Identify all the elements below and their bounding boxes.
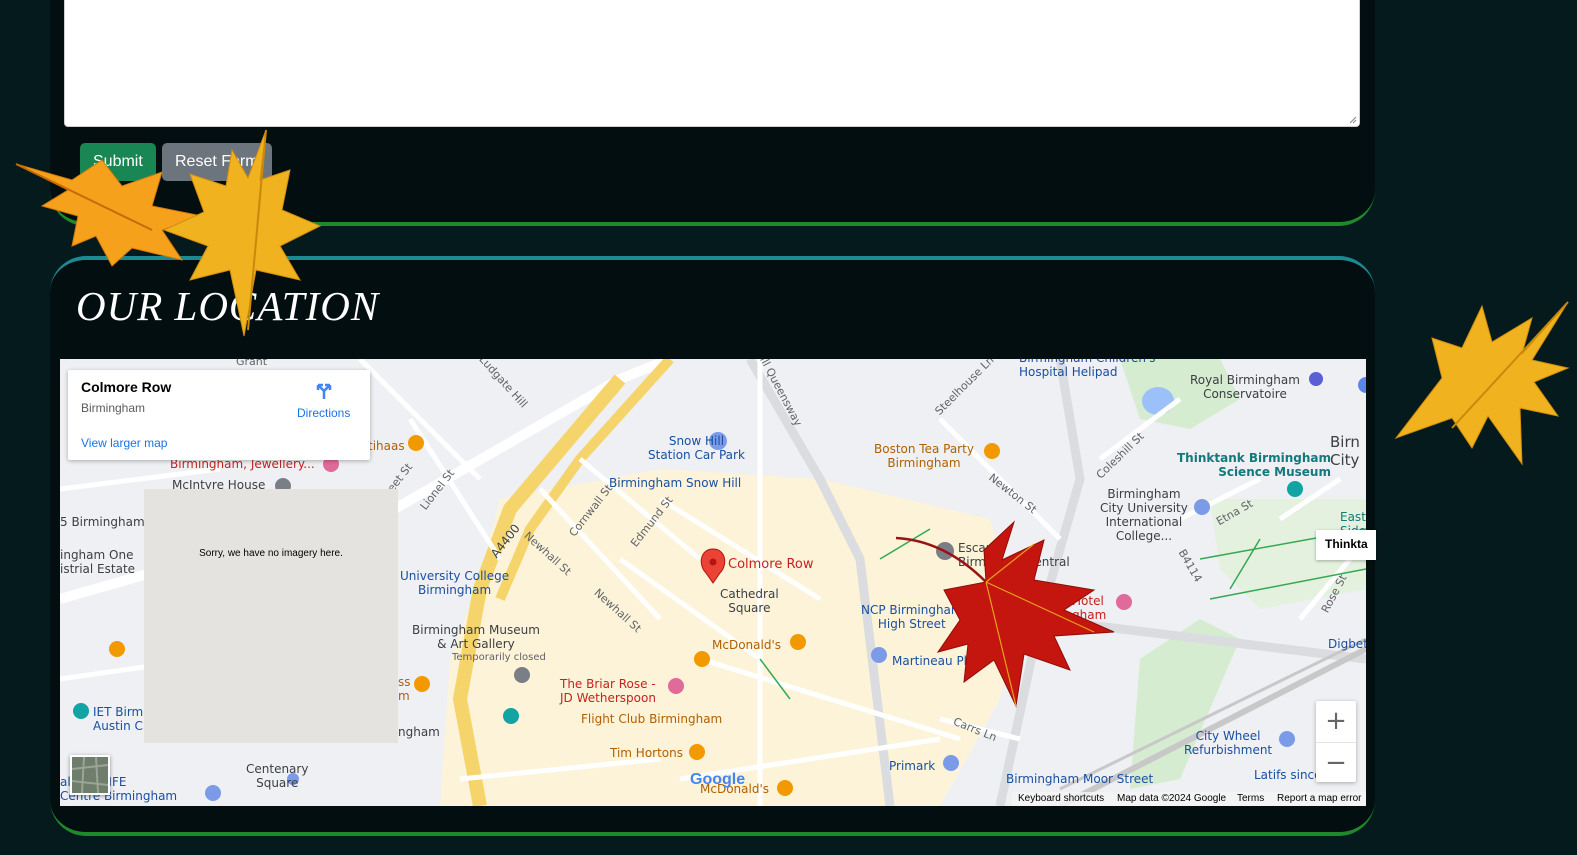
zoom-out-button[interactable]: − — [1316, 742, 1356, 783]
no-imagery-panel: Sorry, we have no imagery here. — [144, 489, 398, 743]
satellite-toggle-button[interactable] — [70, 755, 110, 795]
google-logo: Google — [690, 771, 745, 789]
label-one-industrial: ingham One istrial Estate — [60, 548, 136, 576]
label-birmingham-5: 5 Birmingham — [60, 515, 145, 529]
terms-link[interactable]: Terms — [1237, 793, 1264, 804]
directions-link[interactable]: Directions — [297, 406, 350, 420]
resize-grip-icon[interactable] — [1349, 116, 1357, 124]
label-briar-rose: The Briar Rose - JD Wetherspoon — [560, 677, 656, 705]
label-birm-city: Birn City — [1330, 433, 1360, 469]
google-logo-text: Google — [690, 771, 746, 788]
map-footer: Keyboard shortcuts Map data ©2024 Google… — [1012, 792, 1366, 806]
label-boston-tea-party: Boston Tea Party Birmingham — [874, 442, 974, 470]
label-thinktank: Thinktank Birmingham Science Museum — [1177, 451, 1331, 479]
yellow-leaf-right-icon — [1394, 301, 1570, 466]
directions-icon[interactable] — [314, 381, 334, 401]
label-childrens-hospital: Birmingham Children's Hospital Helipad — [1019, 359, 1155, 379]
label-moor-street: Birmingham Moor Street — [1006, 772, 1154, 786]
red-maple-leaf-icon — [895, 520, 1115, 708]
place-name: Colmore Row — [81, 379, 172, 395]
label-iet: IET Birm Austin C — [93, 705, 144, 733]
label-digbeth: Digbeth E — [1328, 637, 1366, 651]
no-imagery-text: Sorry, we have no imagery here. — [199, 548, 343, 559]
keyboard-shortcuts-link[interactable]: Keyboard shortcuts — [1018, 793, 1104, 804]
label-latifs: Latifs since — [1254, 768, 1322, 782]
streetview-chip[interactable]: Thinkta — [1316, 530, 1376, 560]
label-ihaas: tihaas — [368, 439, 405, 453]
label-snow-hill-car-park: Snow Hill Station Car Park — [648, 434, 745, 462]
satellite-thumbnail-icon — [71, 756, 109, 794]
yellow-leaf-icon — [162, 130, 322, 337]
label-gham: ngham — [398, 725, 440, 739]
label-temporarily-closed: Temporarily closed — [452, 652, 546, 663]
label-tim-hortons: Tim Hortons — [610, 746, 684, 760]
label-mcdonalds-1: McDonald's — [712, 638, 781, 652]
label-flight-club: Flight Club Birmingham — [581, 712, 723, 726]
label-royal-conservatoire: Royal Birmingham Conservatoire — [1190, 373, 1300, 401]
streetview-chip-label: Thinkta — [1325, 537, 1368, 551]
marker-label: Colmore Row — [728, 557, 814, 572]
map-data-text: Map data ©2024 Google — [1117, 793, 1227, 804]
label-ss: ss m — [398, 675, 411, 703]
label-city-wheel: City Wheel Refurbishment — [1184, 729, 1273, 757]
label-cathedral-square: Cathedral Square — [720, 587, 779, 615]
map-place-card: Colmore Row Birmingham View larger map D… — [68, 370, 370, 460]
report-error-link[interactable]: Report a map error — [1277, 793, 1361, 804]
label-snow-hill-station: Birmingham Snow Hill — [609, 476, 742, 490]
zoom-in-button[interactable]: + — [1316, 701, 1356, 741]
label-ucb: University College Birmingham — [400, 569, 510, 597]
zoom-controls: + − — [1316, 701, 1356, 782]
label-centenary: Centenary Square — [246, 762, 309, 790]
label-museum: Birmingham Museum & Art Gallery — [412, 623, 540, 651]
street-grant: Grant — [236, 359, 268, 368]
place-city: Birmingham — [81, 401, 146, 415]
label-primark: Primark — [889, 759, 936, 773]
view-larger-map-link[interactable]: View larger map — [81, 436, 167, 450]
message-textarea[interactable] — [64, 0, 1360, 127]
